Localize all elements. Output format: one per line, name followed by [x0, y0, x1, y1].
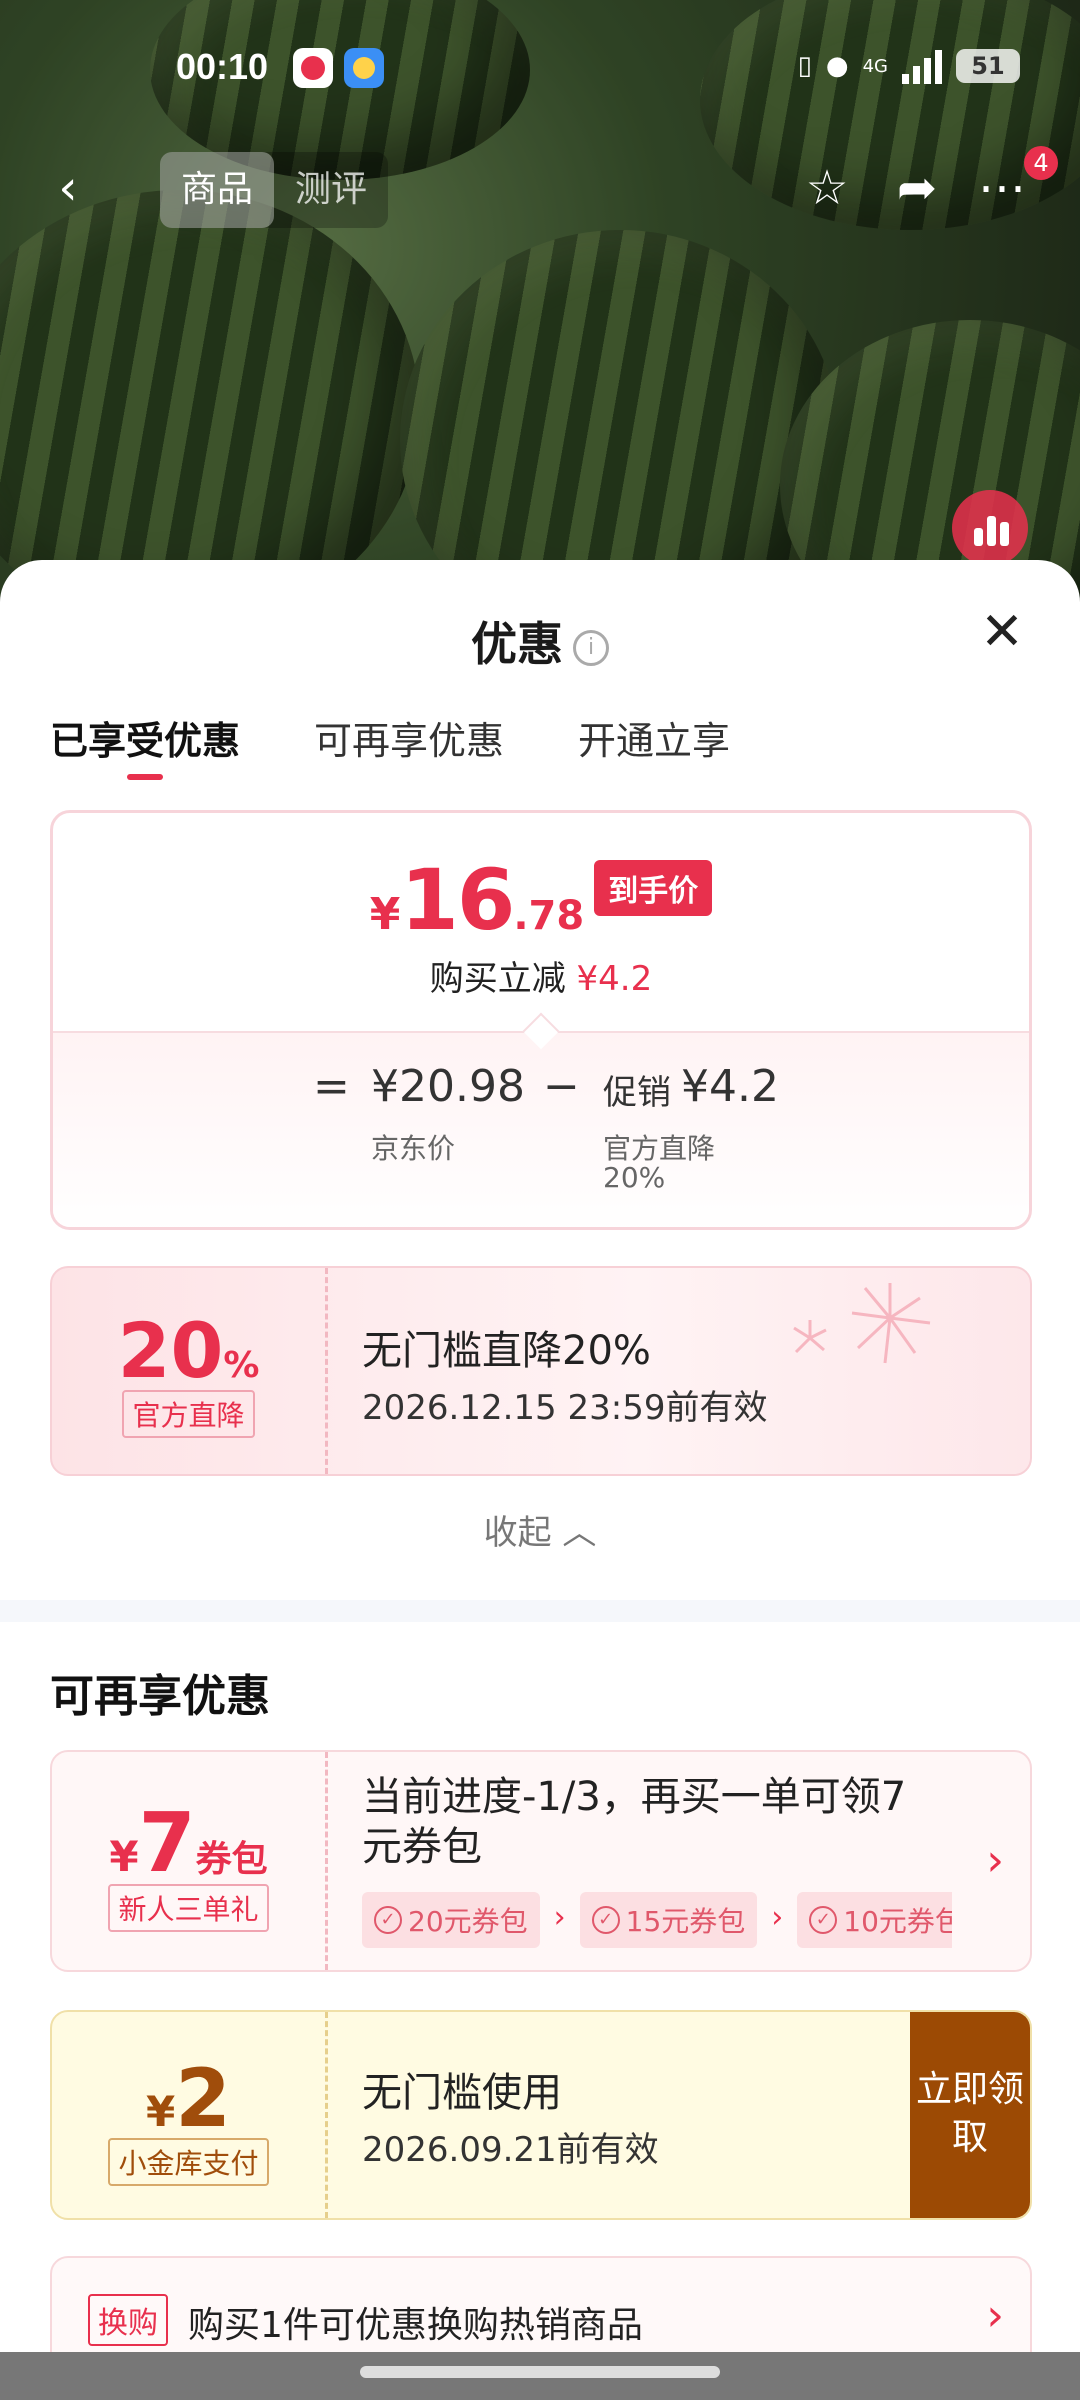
price-currency: ¥ [369, 889, 401, 940]
gold-coupon-label: 小金库支付 [108, 2138, 269, 2186]
final-price-tag: 到手价 [594, 860, 713, 916]
share-icon[interactable]: ➦ [885, 156, 949, 220]
coupon-chip-label: 20元券包 [408, 1905, 528, 1938]
promo-percent: 20% [603, 1161, 666, 1194]
gold-coupon-value: ¥2 [52, 2052, 325, 2145]
coupon-chip: ✓ 15元券包 [579, 1892, 758, 1948]
official-discount-coupon: 20% 官方直降 无门槛直降20% 2026.12.15 23:59前有效 [50, 1266, 1032, 1476]
discount-title: 无门槛直降20% [362, 1328, 651, 1374]
price-integer: 16 [400, 851, 515, 949]
favorite-star-icon[interactable]: ☆ [795, 156, 859, 220]
gold-coupon-validity: 2026.09.21前有效 [362, 2130, 659, 2170]
claim-button[interactable]: 立即领取 [910, 2012, 1030, 2218]
sheet-title: 优惠 i [0, 608, 1080, 674]
chevron-right-icon: › [986, 1835, 1004, 1886]
gold-coupon-currency: ¥ [146, 2087, 176, 2136]
battery-indicator: 51 [956, 49, 1020, 83]
swap-text: 购买1件可优惠换购热销商品 [188, 2305, 643, 2346]
coupon-pack-unit: 券包 [195, 1839, 268, 1880]
equals-sign: = [313, 1061, 350, 1112]
gold-coupon-number: 2 [175, 2052, 231, 2145]
check-icon: ✓ [374, 1906, 402, 1934]
promo-label: 促销 [603, 1073, 671, 1113]
coupon-pack-label: 新人三单礼 [108, 1884, 269, 1932]
tab-more[interactable]: 可再享优惠 [314, 710, 504, 780]
chevron-right-icon: › [986, 2290, 1004, 2341]
tab-open[interactable]: 开通立享 [578, 710, 730, 780]
more-badge: 4 [1024, 146, 1058, 180]
discount-label: 官方直降 [122, 1390, 255, 1438]
coupon-chip-label: 10元券包 [843, 1905, 952, 1938]
section-divider [0, 1600, 1080, 1622]
reduce-label: 购买立减 [429, 959, 566, 999]
minus-sign: − [543, 1061, 580, 1112]
discount-value: 20% [52, 1306, 325, 1395]
chart-float-icon[interactable] [952, 490, 1028, 566]
instant-reduce: 购买立减 ¥4.2 [53, 951, 1029, 1000]
status-bar: 00:10 ▯ ● 4G 51 [0, 40, 1080, 100]
discount-number: 20 [117, 1306, 224, 1395]
chevron-right-icon: › [553, 1900, 566, 1935]
firework-decoration-icon [793, 1283, 931, 1364]
coupon-pack-number: 7 [138, 1796, 196, 1891]
promo-amount: ¥4.2 [681, 1061, 779, 1112]
discount-tabs: 已享受优惠 可再享优惠 开通立享 [50, 710, 730, 780]
check-icon: ✓ [809, 1906, 838, 1934]
signal-icon [902, 48, 942, 84]
coupon-chip: ✓ 20元券包 [362, 1892, 540, 1948]
swap-tag: 换购 [88, 2294, 168, 2346]
gold-coupon-title: 无门槛使用 [362, 2070, 562, 2116]
price-formula: = ¥20.98 京东价 − 促销 ¥4.2 官方直降 20% [53, 1031, 1029, 1227]
product-tabs: 商品 测评 [160, 152, 388, 228]
coupon-pack-value: ¥7券包 [52, 1796, 325, 1891]
coupon-pack-chips: ✓ 20元券包 › ✓ 15元券包 › ✓ 10元券包 [362, 1892, 952, 1948]
tab-enjoyed[interactable]: 已享受优惠 [50, 710, 240, 780]
coupon-chip-label: 15元券包 [625, 1905, 746, 1938]
base-price: ¥20.98 [371, 1061, 525, 1112]
vibrate-icon: ▯ [797, 51, 812, 81]
status-time: 00:10 [176, 46, 269, 87]
product-nav-bar: ‹ 商品 测评 ☆ ➦ ⋯ [0, 148, 1080, 228]
check-icon: ✓ [591, 1906, 620, 1934]
tab-review[interactable]: 测评 [274, 152, 388, 228]
price-breakdown-card: ¥16.78到手价 购买立减 ¥4.2 = ¥20.98 京东价 − 促销 ¥4… [50, 810, 1032, 1230]
reduce-amount: ¥4.2 [576, 959, 653, 999]
base-price-label: 京东价 [371, 1132, 456, 1165]
info-icon[interactable]: i [573, 629, 609, 666]
discount-sheet: 优惠 i ✕ 已享受优惠 可再享优惠 开通立享 ¥16.78到手价 购买立减 ¥4… [0, 560, 1080, 2400]
tab-goods[interactable]: 商品 [160, 152, 274, 228]
chevron-right-icon: › [771, 1900, 784, 1935]
app-notification-icon [293, 48, 333, 88]
sheet-title-text: 优惠 [471, 617, 563, 671]
coupon-pack-progress: 当前进度-1/3，再买一单可领7元券包 [362, 1774, 907, 1870]
coupon-pack-currency: ¥ [109, 1832, 139, 1881]
final-price: ¥16.78到手价 [53, 851, 1029, 949]
gold-vault-coupon: ¥2 小金库支付 无门槛使用 2026.09.21前有效 立即领取 [50, 2010, 1032, 2220]
coupon-chip: ✓ 10元券包 [797, 1892, 952, 1948]
back-icon[interactable]: ‹ [30, 152, 106, 228]
discount-unit: % [223, 1345, 260, 1386]
discount-validity: 2026.12.15 23:59前有效 [362, 1388, 768, 1428]
network-label: 4G [862, 55, 888, 77]
collapse-button[interactable]: 收起 ︿ [0, 1505, 1080, 1554]
close-icon[interactable]: ✕ [974, 606, 1030, 662]
price-decimal: .78 [513, 893, 585, 939]
more-section-title: 可再享优惠 [50, 1671, 270, 1722]
location-icon: ● [825, 51, 849, 81]
gesture-bar [0, 2352, 1080, 2400]
new-user-coupon-pack[interactable]: ¥7券包 新人三单礼 当前进度-1/3，再买一单可领7元券包 ✓ 20元券包 › … [50, 1750, 1032, 1972]
weather-notification-icon [344, 48, 384, 88]
